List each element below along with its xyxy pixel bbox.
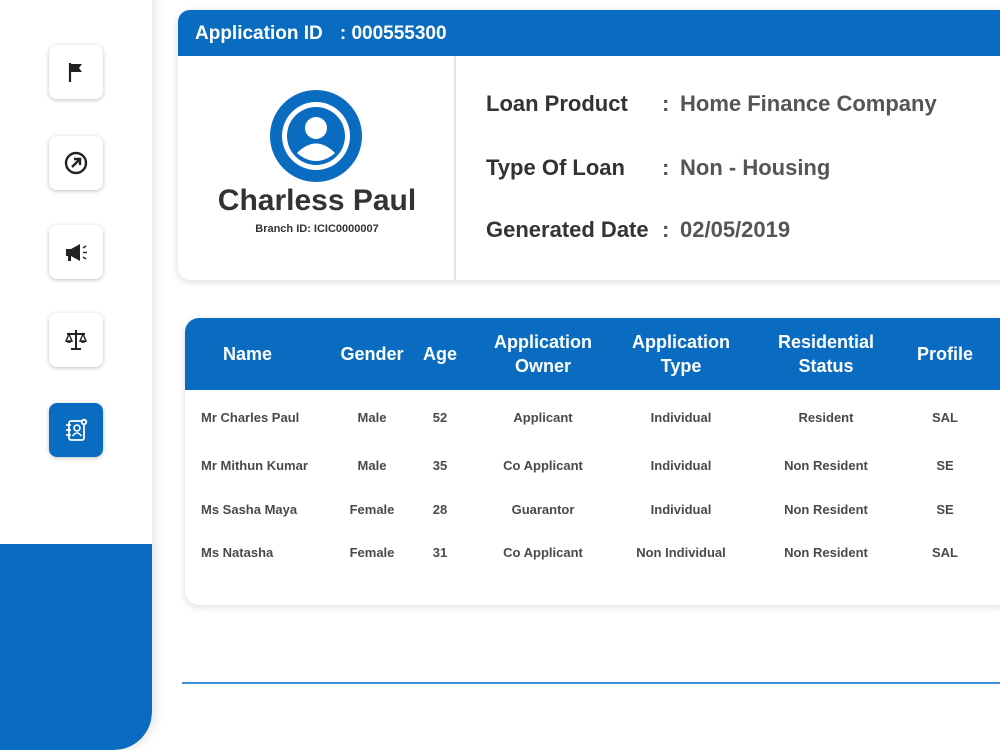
flag-icon [68,63,82,82]
cell-age: 28 [432,502,448,517]
cell-type: Individual [650,410,712,425]
header-application-type: Application Type [632,332,730,376]
megaphone-icon [66,244,87,261]
contact-book-icon [66,418,88,441]
cell-profile: SE [936,458,954,473]
cell-gender: Male [357,458,387,473]
table-row[interactable]: Ms Sasha Maya Female 28 Guarantor Indivi… [185,502,1000,526]
avatar-icon [270,90,362,182]
loan-product-label: Loan Product [486,91,628,116]
cell-name: Mr Mithun Kumar [201,458,308,473]
application-id-value: : 000555300 [339,23,447,44]
cell-type: Non Individual [636,545,726,560]
applicants-table: Name Gender Age Application Owner Applica… [185,318,1000,605]
scale-icon [64,330,88,350]
cell-residential: Non Resident [784,458,868,473]
cell-gender: Female [349,545,395,560]
loan-type-value: Non - Housing [680,155,831,180]
branch-id: Branch ID: ICIC0000007 [255,223,379,235]
cell-gender: Female [349,502,395,517]
cell-age: 52 [432,410,448,425]
application-header: Application ID : 000555300 [178,10,1000,56]
flag-button[interactable] [49,45,103,99]
cell-owner: Applicant [513,410,573,425]
table-row[interactable]: Ms Natasha Female 31 Co Applicant Non In… [185,545,1000,569]
cell-name: Mr Charles Paul [201,410,300,425]
cell-owner: Guarantor [511,502,575,517]
table-row[interactable]: Mr Mithun Kumar Male 35 Co Applicant Ind… [185,458,1000,482]
header-name: Name [222,344,273,364]
cell-profile: SAL [932,410,958,425]
cell-gender: Male [357,410,387,425]
cell-residential: Resident [798,410,854,425]
cell-type: Individual [650,458,712,473]
cell-profile: SAL [932,545,958,560]
header-profile: Profile [916,344,973,364]
cell-name: Ms Sasha Maya [201,502,298,517]
cell-name: Ms Natasha [201,545,274,560]
navigate-button[interactable] [49,136,103,190]
cell-owner: Co Applicant [503,545,583,560]
table-header: Name Gender Age Application Owner Applica… [185,318,1000,390]
table-row[interactable]: Mr Charles Paul Male 52 Applicant Indivi… [185,410,1000,434]
divider [182,682,1000,684]
header-application-owner: Application Owner [494,332,592,376]
announcement-button[interactable] [49,225,103,279]
header-gender: Gender [340,344,404,364]
arrow-circle-icon [64,151,88,175]
application-id-label: Application ID [195,23,323,44]
cell-residential: Non Resident [784,502,868,517]
cell-owner: Co Applicant [503,458,583,473]
legal-button[interactable] [49,313,103,367]
cell-profile: SE [936,502,954,517]
header-age: Age [422,344,457,364]
loan-type-label: Type Of Loan [486,155,625,180]
generated-date-label: Generated Date [486,217,649,242]
generated-date-value: 02/05/2019 [680,217,791,242]
application-card: Application ID : 000555300 Charless Paul… [178,10,1000,280]
cell-age: 31 [432,545,448,560]
loan-product-value: Home Finance Company [680,91,937,116]
applicant-name: Charless Paul [217,184,417,217]
cell-age: 35 [432,458,448,473]
sidebar [0,0,152,750]
sidebar-footer-block [0,544,152,750]
contacts-button[interactable] [49,403,103,457]
profile-pane: Charless Paul Branch ID: ICIC0000007 [178,56,456,280]
cell-type: Individual [650,502,712,517]
cell-residential: Non Resident [784,545,868,560]
header-residential-status: Residential Status [777,332,875,376]
